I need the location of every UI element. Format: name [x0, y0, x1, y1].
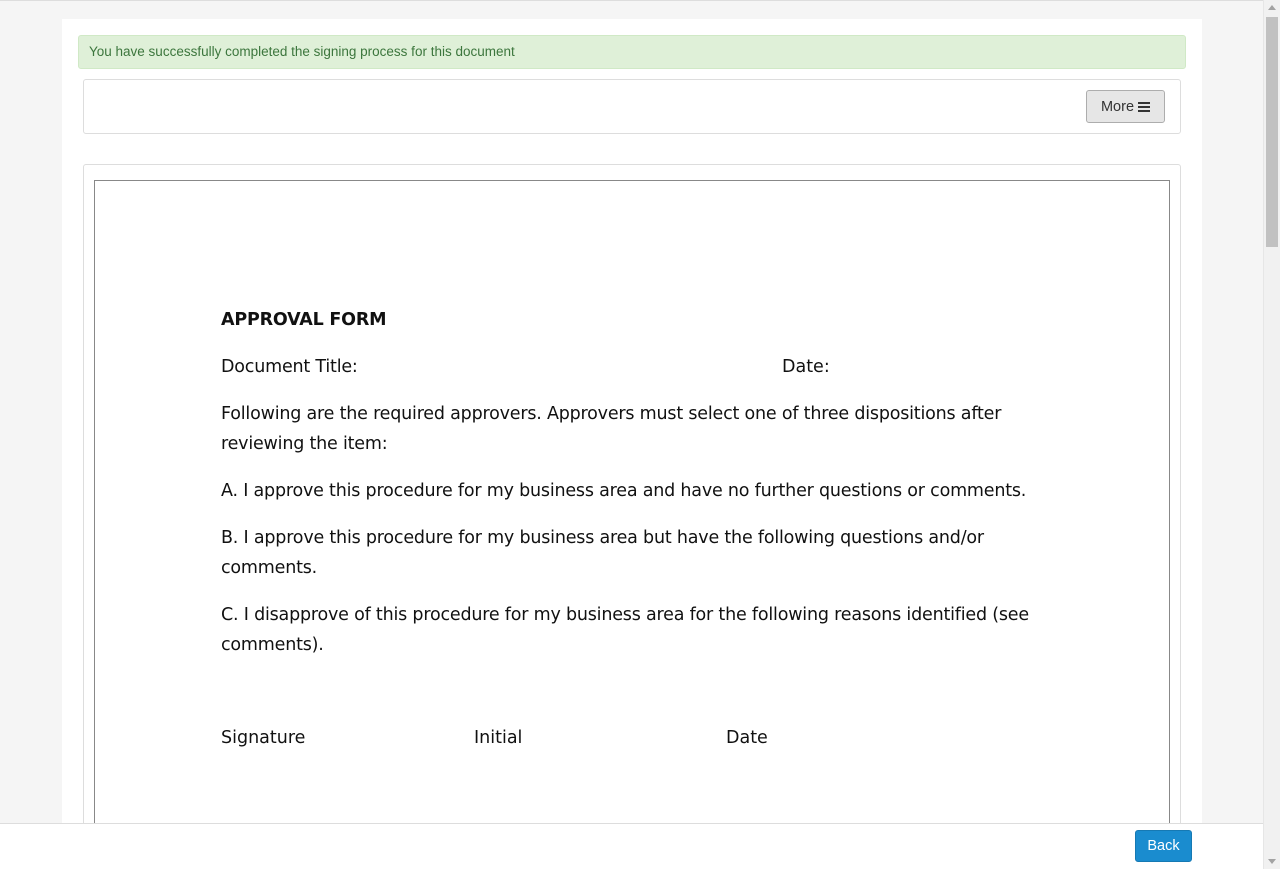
document-heading: APPROVAL FORM	[221, 310, 387, 330]
scroll-down-arrow-icon[interactable]	[1268, 859, 1276, 864]
footer-bar: Back	[0, 823, 1263, 869]
scroll-thumb[interactable]	[1266, 17, 1278, 247]
page-container: You have successfully completed the sign…	[62, 19, 1202, 864]
disposition-option-c: C. I disapprove of this procedure for my…	[221, 605, 1029, 655]
document-page: APPROVAL FORM Document Title: Date: Foll…	[94, 180, 1170, 860]
hamburger-icon	[1138, 101, 1151, 112]
more-button[interactable]: More	[1086, 90, 1165, 123]
scroll-up-arrow-icon[interactable]	[1268, 5, 1276, 10]
document-intro: Following are the required approvers. Ap…	[221, 404, 1002, 454]
disposition-option-b: B. I approve this procedure for my busin…	[221, 528, 984, 578]
top-border	[0, 0, 1263, 1]
initial-column-label: Initial	[474, 728, 523, 748]
date-column-label: Date	[726, 728, 768, 748]
back-button[interactable]: Back	[1135, 830, 1192, 862]
more-button-label: More	[1100, 98, 1135, 115]
disposition-option-a: A. I approve this procedure for my busin…	[221, 481, 1027, 501]
document-title-label: Document Title:	[221, 357, 358, 377]
document-date-label: Date:	[782, 357, 830, 377]
vertical-scrollbar[interactable]	[1263, 0, 1280, 869]
success-alert-message: You have successfully completed the sign…	[89, 44, 515, 59]
document-viewer: APPROVAL FORM Document Title: Date: Foll…	[83, 164, 1181, 864]
document-toolbar: More	[83, 79, 1181, 134]
success-alert: You have successfully completed the sign…	[78, 35, 1186, 69]
signature-column-label: Signature	[221, 728, 306, 748]
